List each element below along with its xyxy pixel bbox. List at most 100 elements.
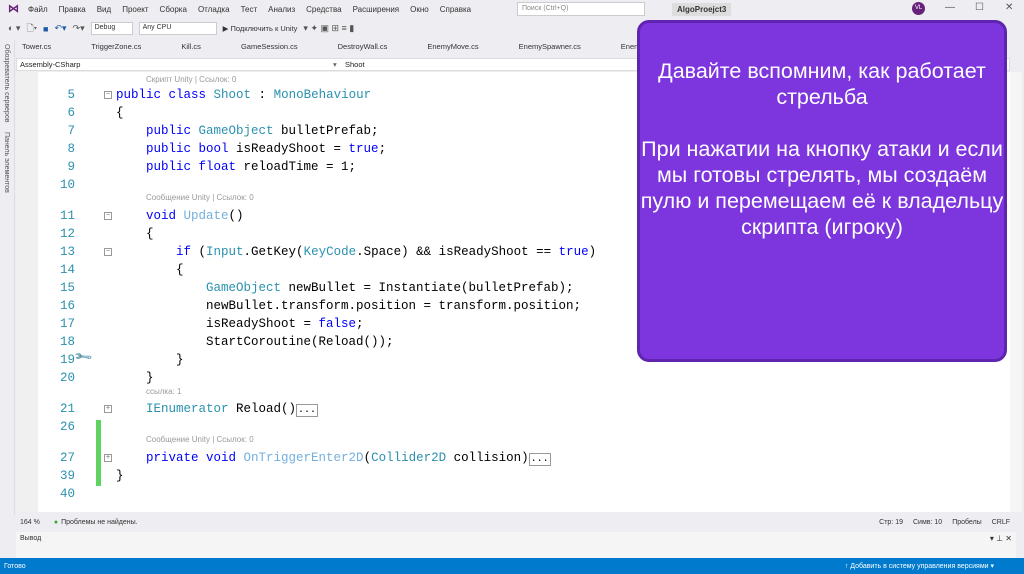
code-line: isReadyShoot = false; (206, 315, 364, 333)
line-number: 16 (59, 299, 75, 313)
code-line: { (146, 225, 154, 243)
code-line: newBullet.transform.position = transform… (206, 297, 581, 315)
toolbar-icons[interactable]: ▾ ✦ ▣ ⊞ ≡ ▮ (303, 23, 354, 34)
codelens-info[interactable]: Скрипт Unity | Ссылок: 0 (146, 75, 236, 84)
maximize-icon[interactable]: ☐ (975, 2, 984, 13)
codelens-info[interactable]: ссылка: 1 (146, 387, 181, 396)
config-select[interactable]: Debug (90, 22, 133, 35)
project-dropdown[interactable]: Assembly-CSharp (20, 60, 80, 69)
codelens-info[interactable]: Сообщение Unity | Ссылок: 0 (146, 435, 254, 444)
status-bar: Готово ↑ Добавить в систему управления в… (0, 558, 1024, 574)
code-token: isReadyShoot = (206, 317, 319, 331)
code-token: () (228, 209, 244, 223)
new-file-icon[interactable]: 🗋▾ (26, 21, 37, 37)
menu-item[interactable]: Файл (28, 5, 48, 14)
code-token: reloadTime = 1; (243, 160, 357, 174)
menu-item[interactable]: Средства (306, 5, 341, 14)
code-token: Input (206, 245, 244, 259)
attach-unity-button[interactable]: ▶ Подключить к Unity (223, 24, 298, 33)
collapse-icon[interactable]: − (104, 212, 112, 220)
code-token: { (146, 227, 154, 241)
menu-item[interactable]: Расширения (353, 5, 400, 14)
back-icon[interactable]: ◐ ▾ (8, 23, 20, 34)
code-token: true (348, 142, 379, 156)
code-token: IEnumerator (146, 402, 229, 416)
code-line: public GameObject bulletPrefab; (146, 122, 379, 140)
collapse-icon[interactable]: − (104, 91, 112, 99)
expand-icon[interactable]: + (104, 405, 112, 413)
line-number: 39 (59, 469, 75, 483)
file-tab[interactable]: EnemyMove.cs (427, 42, 478, 57)
code-line: } (146, 369, 154, 387)
file-tab[interactable]: GameSession.cs (241, 42, 298, 57)
vertical-scrollbar[interactable] (1010, 72, 1022, 512)
code-token: public bool (146, 142, 237, 156)
undo-icon[interactable]: ↶▾ (54, 23, 66, 34)
code-token: private void (146, 451, 244, 465)
file-tab[interactable]: Tower.cs (22, 42, 51, 57)
line-number: 20 (59, 371, 75, 385)
file-tab[interactable]: Kill.cs (181, 42, 201, 57)
file-tab[interactable]: DestroyWall.cs (338, 42, 388, 57)
menu-item[interactable]: Правка (59, 5, 86, 14)
toolbox-tab[interactable]: Панель элементов (3, 132, 10, 193)
title-bar: ⋈ Файл Правка Вид Проект Сборка Отладка Тест Ан… (0, 0, 1024, 18)
line-ending[interactable]: CRLF (992, 519, 1010, 526)
line-number: 7 (67, 124, 75, 138)
save-icon[interactable]: ■ (43, 24, 48, 34)
menu-item[interactable]: Отладка (198, 5, 230, 14)
menu-item[interactable]: Сборка (160, 5, 187, 14)
code-token: StartCoroutine(Reload()); (206, 335, 394, 349)
menu-item[interactable]: Проект (122, 5, 148, 14)
collapsed-region[interactable]: ... (528, 453, 551, 466)
menu-item[interactable]: Вид (97, 5, 111, 14)
code-token: { (176, 263, 184, 277)
collapse-icon[interactable]: − (104, 248, 112, 256)
problems-status[interactable]: Проблемы не найдены. (61, 519, 137, 526)
server-explorer-tab[interactable]: Обозреватель серверов (3, 44, 10, 122)
line-number: 12 (59, 227, 75, 241)
line-number: 26 (59, 420, 75, 434)
line-number: 17 (59, 317, 75, 331)
code-token: } (176, 353, 184, 367)
code-token: Shoot (213, 88, 252, 102)
code-token: GameObject (206, 281, 282, 295)
output-panel: Вывод ▾ ⊥ ✕ (16, 532, 1016, 558)
left-tool-strip: Обозреватель серверов Панель элементов (0, 40, 15, 515)
code-token: MonoBehaviour (273, 88, 372, 102)
code-line: public class Shoot : MonoBehaviour (116, 86, 371, 104)
close-icon[interactable]: ▾ ⊥ ✕ (990, 534, 1012, 543)
minimize-icon[interactable]: — (945, 2, 955, 13)
code-token: ( (198, 245, 207, 259)
code-line: IEnumerator Reload()... (146, 400, 319, 418)
menu-item[interactable]: Справка (440, 5, 471, 14)
code-token: : (251, 88, 274, 102)
menu-item[interactable]: Окно (410, 5, 429, 14)
code-token: .Space) && isReadyShoot == (356, 245, 559, 259)
file-tab[interactable]: TriggerZone.cs (91, 42, 141, 57)
code-token: ; (378, 142, 387, 156)
indent-mode[interactable]: Пробелы (952, 519, 982, 526)
check-icon: ● (53, 518, 59, 526)
menu-item[interactable]: Анализ (268, 5, 295, 14)
search-input[interactable]: Поиск (Ctrl+Q) (517, 2, 645, 16)
code-token: public class (116, 88, 214, 102)
chevron-down-icon[interactable]: ▾ (333, 60, 337, 69)
file-tab[interactable]: EnemySpawner.cs (519, 42, 581, 57)
code-token: .GetKey( (243, 245, 304, 259)
menu-item[interactable]: Тест (241, 5, 258, 14)
add-to-source-control-button[interactable]: ↑ Добавить в систему управления версиями… (845, 562, 994, 570)
code-token: public (146, 124, 199, 138)
close-icon[interactable]: ✕ (1005, 2, 1013, 13)
output-title: Вывод (20, 535, 42, 542)
code-line: { (176, 261, 184, 279)
codelens-info[interactable]: Сообщение Unity | Ссылок: 0 (146, 193, 254, 202)
class-dropdown[interactable]: Shoot (345, 60, 365, 69)
zoom-select[interactable]: 164 % (20, 519, 40, 526)
visual-studio-logo-icon: ⋈ (8, 3, 19, 15)
redo-icon[interactable]: ↷▾ (73, 23, 85, 34)
expand-icon[interactable]: + (104, 454, 112, 462)
platform-select[interactable]: Any CPU (138, 22, 217, 35)
avatar[interactable]: VL (912, 2, 925, 15)
collapsed-region[interactable]: ... (296, 404, 319, 417)
